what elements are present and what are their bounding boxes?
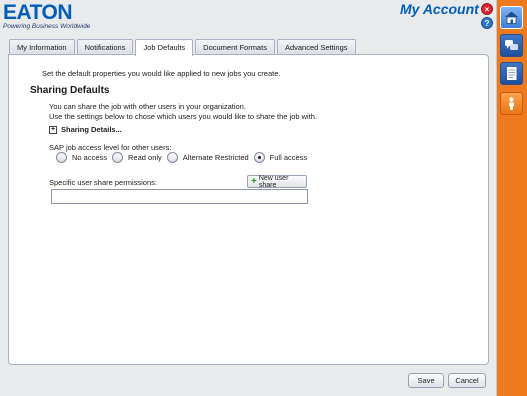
access-level-label: SAP job access level for other users: (49, 143, 172, 152)
radio-no-access[interactable]: No access (56, 152, 107, 163)
close-button[interactable]: × (481, 3, 493, 15)
description-line-1: You can share the job with other users i… (49, 102, 246, 111)
tab-advanced-settings[interactable]: Advanced Settings (276, 39, 356, 55)
radio-full-access[interactable]: Full access (253, 152, 308, 163)
cancel-button[interactable]: Cancel (448, 373, 486, 388)
new-user-share-button[interactable]: + New user share (247, 174, 307, 189)
help-icon: ? (484, 19, 490, 28)
section-title: Sharing Defaults (30, 85, 110, 96)
tab-notifications[interactable]: Notifications (76, 39, 134, 55)
intro-text: Set the default properties you would lik… (42, 69, 281, 78)
sidebar-document-button[interactable] (500, 62, 523, 85)
add-icon: + (251, 175, 257, 187)
user-share-list[interactable] (51, 189, 308, 204)
page-title: My Account (400, 1, 479, 17)
radio-button[interactable] (56, 152, 67, 163)
sidebar-chat-button[interactable] (500, 34, 523, 57)
sharing-details-label[interactable]: Sharing Details... (61, 125, 122, 134)
radio-read-only[interactable]: Read only (112, 152, 162, 163)
person-icon (509, 97, 514, 110)
sidebar-person-button[interactable] (500, 92, 523, 115)
tab-document-formats[interactable]: Document Formats (195, 39, 275, 55)
logo-text: EATON (3, 1, 73, 24)
permissions-label: Specific user share permissions: (49, 178, 157, 187)
radio-label: Alternate Restricted (182, 153, 249, 162)
radio-button[interactable] (166, 152, 178, 163)
logo-tagline: Powering Business Worldwide (3, 23, 91, 30)
radio-label: Read only (128, 153, 162, 162)
access-level-radio-group: No access Read only Alternate Restricted… (56, 152, 312, 163)
sidebar-home-button[interactable] (500, 6, 523, 29)
tab-my-information[interactable]: My Information (9, 39, 75, 55)
radio-button-selected[interactable] (253, 152, 265, 163)
help-button[interactable]: ? (481, 17, 493, 29)
description-line-2: Use the settings below to chose which us… (49, 112, 318, 121)
close-icon: × (484, 5, 490, 14)
save-button[interactable]: Save (408, 373, 444, 388)
new-user-share-label: New user share (258, 174, 289, 189)
home-icon (505, 11, 518, 24)
radio-label: No access (72, 153, 108, 162)
tab-job-defaults[interactable]: Job Defaults (135, 39, 194, 56)
job-defaults-panel: Set the default properties you would lik… (8, 54, 489, 365)
eaton-logo: EATON Powering Business Worldwide (3, 2, 90, 30)
expand-plus-icon[interactable]: + (49, 125, 57, 134)
radio-button[interactable] (112, 152, 124, 163)
right-sidebar (497, 0, 527, 396)
main-window: EATON Powering Business Worldwide My Acc… (0, 0, 497, 396)
radio-label: Full access (269, 153, 308, 162)
radio-alternate-restricted[interactable]: Alternate Restricted (166, 152, 249, 163)
sharing-details-expander[interactable]: + Sharing Details... (49, 125, 122, 134)
tab-bar: My Information Notifications Job Default… (9, 39, 358, 56)
document-icon (507, 67, 517, 80)
sharing-description: You can share the job with other users i… (49, 102, 317, 122)
chat-icon (505, 40, 518, 50)
